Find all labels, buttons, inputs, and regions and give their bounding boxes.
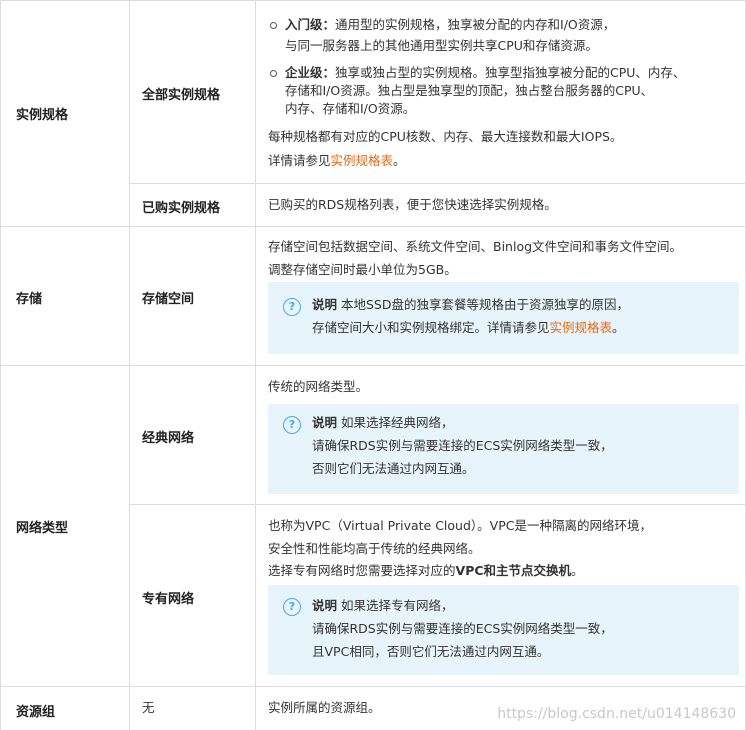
watermark: https://blog.csdn.net/u014148630	[497, 706, 736, 722]
vpc-line1: 也称为VPC（Virtual Private Cloud）。VPC是一种隔离的网…	[268, 518, 652, 533]
spec-table: 实例规格 全部实例规格 入门级：通用型的实例规格，独享被分配的内存和I/O资源，…	[0, 0, 746, 730]
enterprise-line3: 内存、存储和I/O资源。	[285, 101, 416, 116]
purchased-specs-text: 已购买的RDS规格列表，便于您快速选择实例规格。	[268, 197, 557, 212]
classic-note-line2: 请确保RDS实例与需要连接的ECS实例网络类型一致，	[312, 438, 613, 453]
vpc-line3-suffix: 。	[571, 563, 584, 578]
entry-level-title: 入门级：	[285, 17, 336, 32]
category-resource-group: 资源组	[16, 705, 56, 720]
entry-level-line1: 入门级：通用型的实例规格，独享被分配的内存和I/O资源，	[285, 14, 615, 36]
label-classic-network: 经典网络	[142, 431, 195, 446]
vpc-note-line1: 说明 如果选择专有网络，	[312, 595, 454, 617]
category-network-type: 网络类型	[16, 521, 69, 536]
storage-line1: 存储空间包括数据空间、系统文件空间、Binlog文件空间和事务文件空间。	[268, 239, 683, 254]
resource-group-value: 无	[142, 700, 155, 715]
enterprise-text: 独享或独占型的实例规格。独享型指独享被分配的CPU、内存、	[335, 65, 686, 80]
storage-note-line2: 存储空间大小和实例规格绑定。详情请参见实例规格表。	[312, 317, 625, 339]
spec-para-2-suffix: 。	[393, 153, 406, 168]
question-circle-icon: ?	[283, 598, 301, 616]
bullet-icon	[270, 22, 277, 29]
note-title: 说明	[312, 598, 338, 613]
label-storage-space: 存储空间	[142, 292, 195, 307]
classic-note-line1: 说明 如果选择经典网络，	[312, 412, 454, 434]
vpc-note-line2: 请确保RDS实例与需要连接的ECS实例网络类型一致，	[312, 621, 613, 636]
vpc-note-text1: 如果选择专有网络，	[341, 598, 454, 613]
vpc-line3: 选择专有网络时您需要选择对应的VPC和主节点交换机。	[268, 560, 584, 582]
vpc-line3-bold: VPC和主节点交换机	[455, 563, 572, 578]
storage-note-line1: 说明 本地SSD盘的独享套餐等规格由于资源独享的原因，	[312, 294, 629, 316]
storage-note-text1: 本地SSD盘的独享套餐等规格由于资源独享的原因，	[341, 297, 629, 312]
vpc-line3-prefix: 选择专有网络时您需要选择对应的	[268, 563, 456, 578]
enterprise-title: 企业级：	[285, 65, 336, 80]
entry-level-text: 通用型的实例规格，独享被分配的内存和I/O资源，	[335, 17, 616, 32]
label-vpc-network: 专有网络	[142, 592, 195, 607]
classic-note-text1: 如果选择经典网络，	[341, 415, 454, 430]
question-circle-icon: ?	[283, 298, 301, 316]
vpc-note-line3: 且VPC相同，否则它们无法通过内网互通。	[312, 644, 550, 659]
row-divider	[129, 183, 746, 184]
category-spec: 实例规格	[16, 108, 69, 123]
row-divider	[129, 504, 746, 505]
vpc-line2: 安全性和性能均高于传统的经典网络。	[268, 541, 481, 556]
resource-group-text: 实例所属的资源组。	[268, 700, 381, 715]
spec-table-link[interactable]: 实例规格表	[331, 153, 394, 168]
note-title: 说明	[312, 415, 338, 430]
classic-note: ? 说明 如果选择经典网络， 请确保RDS实例与需要连接的ECS实例网络类型一致…	[268, 404, 739, 494]
label-purchased-specs: 已购实例规格	[142, 201, 221, 216]
storage-spec-table-link[interactable]: 实例规格表	[550, 320, 613, 335]
table-border-top	[0, 0, 746, 1]
storage-line2: 调整存储空间时最小单位为5GB。	[268, 262, 457, 277]
row-divider	[0, 365, 746, 366]
spec-para-1: 每种规格都有对应的CPU核数、内存、最大连接数和最大IOPS。	[268, 129, 623, 144]
label-all-specs: 全部实例规格	[142, 88, 221, 103]
spec-para-2: 详情请参见实例规格表。	[268, 150, 406, 172]
storage-note-prefix: 存储空间大小和实例规格绑定。详情请参见	[312, 320, 550, 335]
classic-note-line3: 否则它们无法通过内网互通。	[312, 461, 475, 476]
vpc-note: ? 说明 如果选择专有网络， 请确保RDS实例与需要连接的ECS实例网络类型一致…	[268, 585, 739, 675]
note-title: 说明	[312, 297, 338, 312]
row-divider	[0, 686, 746, 687]
bullet-icon	[270, 70, 277, 77]
entry-level-line2: 与同一服务器上的其他通用型实例共享CPU和存储资源。	[285, 38, 598, 53]
spec-para-2-prefix: 详情请参见	[268, 153, 331, 168]
classic-network-text: 传统的网络类型。	[268, 379, 369, 394]
category-storage: 存储	[16, 292, 43, 307]
question-circle-icon: ?	[283, 416, 301, 434]
storage-note-suffix: 。	[612, 320, 625, 335]
row-divider	[0, 226, 746, 227]
storage-note: ? 说明 本地SSD盘的独享套餐等规格由于资源独享的原因， 存储空间大小和实例规…	[268, 282, 739, 354]
